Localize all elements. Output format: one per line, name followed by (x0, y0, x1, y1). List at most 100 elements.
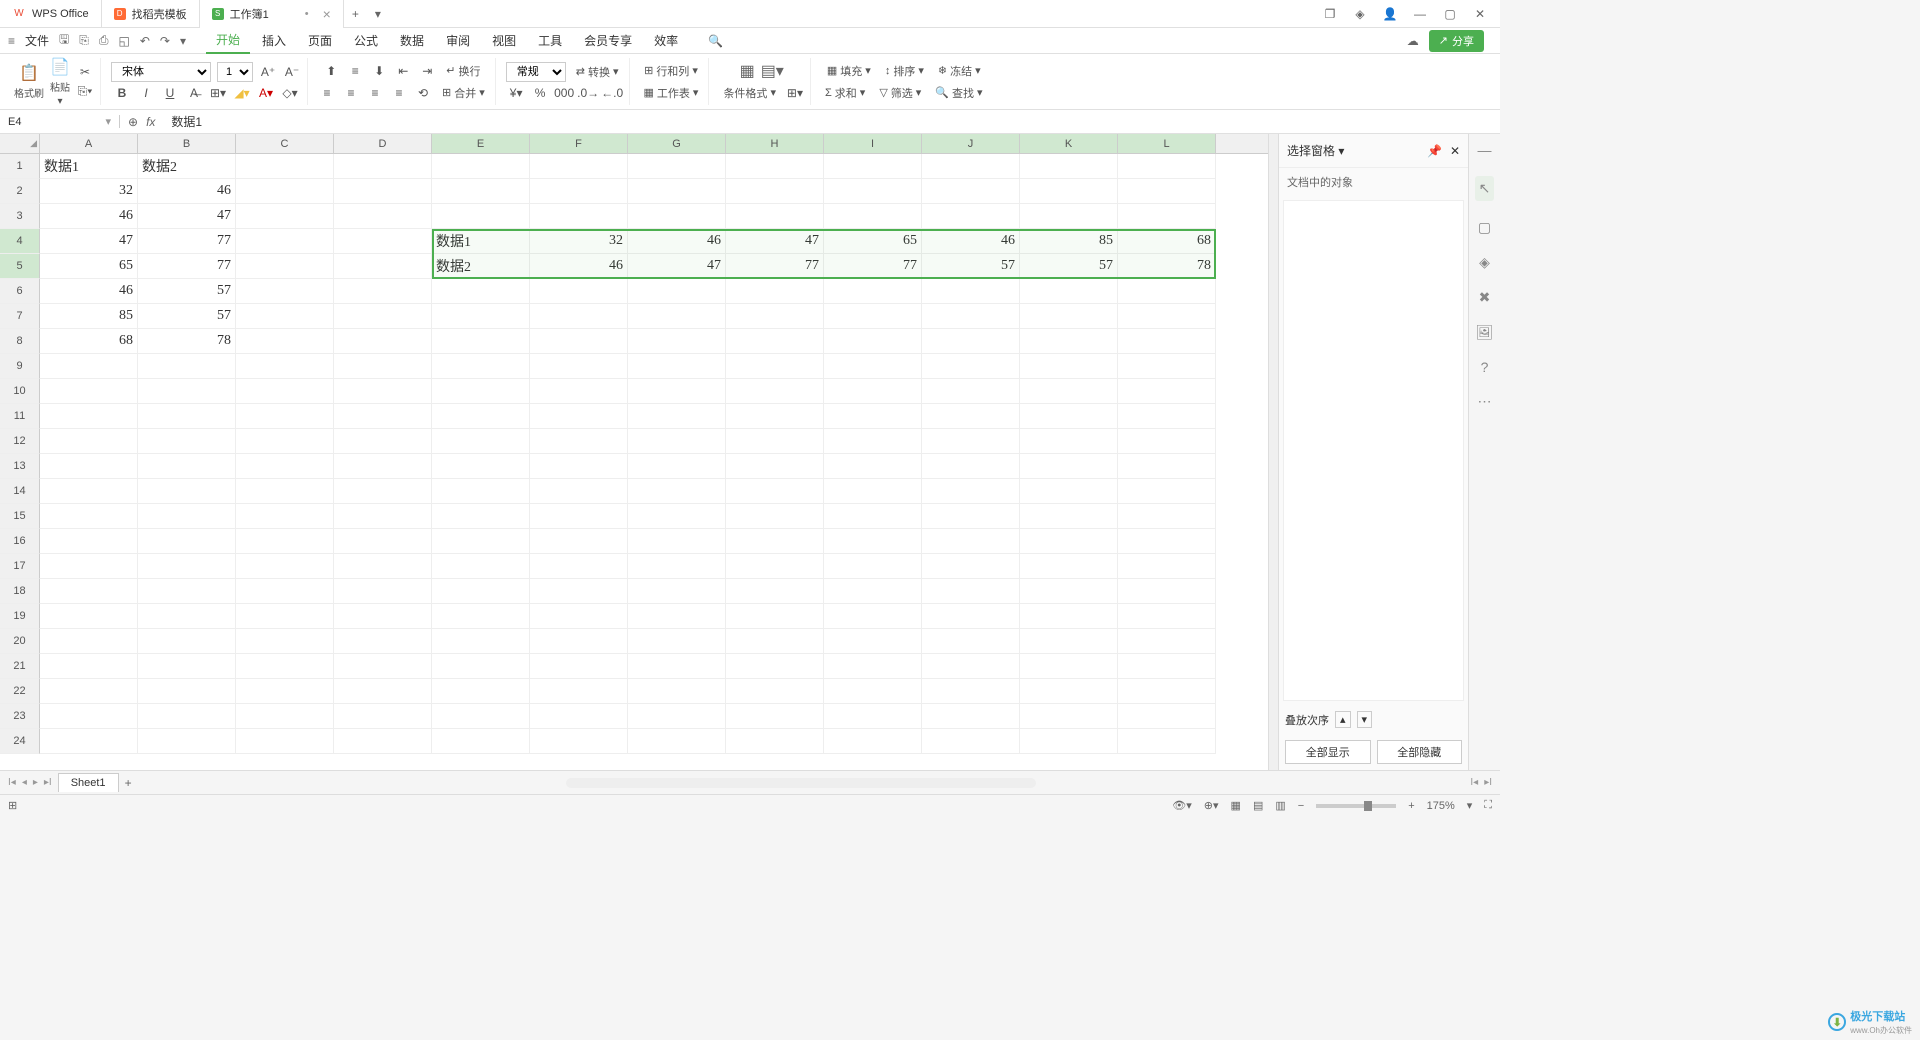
cell-F22[interactable] (530, 679, 628, 704)
cell-B18[interactable] (138, 579, 236, 604)
cell-G6[interactable] (628, 279, 726, 304)
increase-font-icon[interactable]: A⁺ (259, 63, 277, 81)
cell-I2[interactable] (824, 179, 922, 204)
cell-F18[interactable] (530, 579, 628, 604)
cell-C11[interactable] (236, 404, 334, 429)
cell-H23[interactable] (726, 704, 824, 729)
cell-C12[interactable] (236, 429, 334, 454)
cell-J22[interactable] (922, 679, 1020, 704)
cell-L18[interactable] (1118, 579, 1216, 604)
cell-B1[interactable]: 数据2 (138, 154, 236, 179)
cell-B8[interactable]: 78 (138, 329, 236, 354)
cell-A11[interactable] (40, 404, 138, 429)
row-header-20[interactable]: 20 (0, 629, 40, 654)
tools-side-icon[interactable]: ✖ (1479, 289, 1491, 306)
cell-E18[interactable] (432, 579, 530, 604)
cell-B12[interactable] (138, 429, 236, 454)
row-header-10[interactable]: 10 (0, 379, 40, 404)
cell-H6[interactable] (726, 279, 824, 304)
cell-H10[interactable] (726, 379, 824, 404)
cell-B20[interactable] (138, 629, 236, 654)
cell-B5[interactable]: 77 (138, 254, 236, 279)
cell-F12[interactable] (530, 429, 628, 454)
cell-K7[interactable] (1020, 304, 1118, 329)
cell-J23[interactable] (922, 704, 1020, 729)
cell-C18[interactable] (236, 579, 334, 604)
more-side-icon[interactable]: ⋯ (1478, 393, 1492, 410)
cell-D2[interactable] (334, 179, 432, 204)
view-normal-icon[interactable]: ▦ (1231, 799, 1241, 812)
cell-K16[interactable] (1020, 529, 1118, 554)
cell-K12[interactable] (1020, 429, 1118, 454)
cell-K3[interactable] (1020, 204, 1118, 229)
cell-F1[interactable] (530, 154, 628, 179)
select-icon[interactable]: ↖ (1475, 176, 1495, 201)
redo-icon[interactable]: ↷ (160, 34, 170, 48)
zoom-dropdown-icon[interactable]: ▾ (1467, 799, 1473, 812)
cell-H16[interactable] (726, 529, 824, 554)
maximize-icon[interactable]: ▢ (1442, 6, 1458, 22)
cell-D9[interactable] (334, 354, 432, 379)
cell-J3[interactable] (922, 204, 1020, 229)
cell-L1[interactable] (1118, 154, 1216, 179)
cell-G11[interactable] (628, 404, 726, 429)
user-icon[interactable]: 👤 (1382, 6, 1398, 22)
hide-all-button[interactable]: 全部隐藏 (1377, 740, 1463, 764)
cell-G17[interactable] (628, 554, 726, 579)
cell-E23[interactable] (432, 704, 530, 729)
view-page-icon[interactable]: ▤ (1253, 799, 1263, 812)
cell-C7[interactable] (236, 304, 334, 329)
cell-E22[interactable] (432, 679, 530, 704)
row-header-19[interactable]: 19 (0, 604, 40, 629)
style-side-icon[interactable]: ◈ (1479, 254, 1490, 271)
cell-G14[interactable] (628, 479, 726, 504)
cell-D4[interactable] (334, 229, 432, 254)
cell-K10[interactable] (1020, 379, 1118, 404)
row-header-14[interactable]: 14 (0, 479, 40, 504)
cell-D8[interactable] (334, 329, 432, 354)
format-painter-button[interactable]: 📋格式刷 (14, 63, 44, 100)
cell-I16[interactable] (824, 529, 922, 554)
sheet-side-icon[interactable]: ▢ (1478, 219, 1491, 236)
col-header-L[interactable]: L (1118, 134, 1216, 153)
cell-J12[interactable] (922, 429, 1020, 454)
cell-B17[interactable] (138, 554, 236, 579)
cell-D19[interactable] (334, 604, 432, 629)
cell-H14[interactable] (726, 479, 824, 504)
align-center-icon[interactable]: ≡ (342, 84, 360, 102)
cell-G12[interactable] (628, 429, 726, 454)
cell-J16[interactable] (922, 529, 1020, 554)
merge-button[interactable]: ⊞合并▾ (438, 83, 489, 103)
cell-I13[interactable] (824, 454, 922, 479)
cell-J13[interactable] (922, 454, 1020, 479)
menu-tab-工具[interactable]: 工具 (528, 28, 572, 53)
cell-C23[interactable] (236, 704, 334, 729)
print-icon[interactable]: ⎙ (99, 33, 109, 48)
cell-B15[interactable] (138, 504, 236, 529)
cell-L20[interactable] (1118, 629, 1216, 654)
cell-A12[interactable] (40, 429, 138, 454)
sheet-first-icon[interactable]: I◂ (8, 777, 16, 788)
cell-L6[interactable] (1118, 279, 1216, 304)
cell-I24[interactable] (824, 729, 922, 754)
cell-J10[interactable] (922, 379, 1020, 404)
cell-K19[interactable] (1020, 604, 1118, 629)
number-format-select[interactable]: 常规 (506, 62, 566, 82)
cell-L16[interactable] (1118, 529, 1216, 554)
cell-L2[interactable] (1118, 179, 1216, 204)
cell-J19[interactable] (922, 604, 1020, 629)
cell-I9[interactable] (824, 354, 922, 379)
italic-icon[interactable]: I (137, 84, 155, 102)
cell-G8[interactable] (628, 329, 726, 354)
cell-C4[interactable] (236, 229, 334, 254)
cell-D21[interactable] (334, 654, 432, 679)
cell-I5[interactable]: 77 (824, 254, 922, 279)
cell-E7[interactable] (432, 304, 530, 329)
transpose-button[interactable]: ⇄转换▾ (572, 62, 623, 82)
cell-L24[interactable] (1118, 729, 1216, 754)
comma-icon[interactable]: 000 (555, 84, 573, 102)
scroll-right-icon[interactable]: ▸I (1484, 777, 1492, 788)
cell-C5[interactable] (236, 254, 334, 279)
cell-J20[interactable] (922, 629, 1020, 654)
minimize-icon[interactable]: — (1412, 6, 1428, 22)
